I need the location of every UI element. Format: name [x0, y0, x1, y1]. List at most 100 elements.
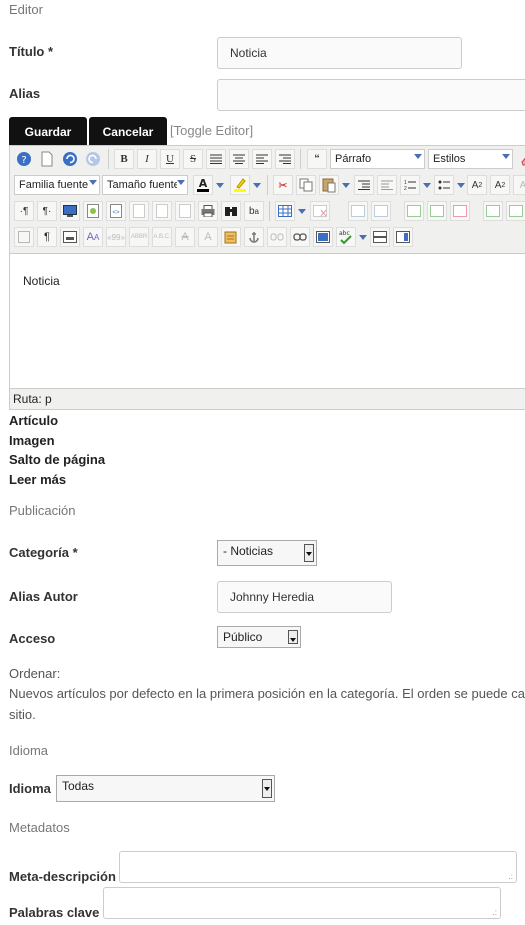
bullet-list-arrow[interactable]	[455, 175, 467, 195]
font-family-select[interactable]: Familia fuente	[14, 175, 90, 195]
underline-icon[interactable]: U	[160, 149, 180, 169]
html-source-icon[interactable]: <>	[106, 201, 126, 221]
acronym-icon[interactable]: A.B.C.	[152, 227, 172, 247]
blockquote-icon[interactable]: “	[307, 149, 327, 169]
copy-icon[interactable]	[296, 175, 316, 195]
cite-icon[interactable]: «99»	[106, 227, 126, 247]
styles-select[interactable]: Estilos	[428, 149, 503, 169]
pagebreak-icon[interactable]	[393, 227, 413, 247]
titulo-input[interactable]: Noticia	[217, 37, 462, 69]
layer-icon[interactable]	[175, 201, 195, 221]
delete-table-icon[interactable]	[310, 201, 330, 221]
unlink-icon[interactable]	[267, 227, 287, 247]
replace-icon[interactable]: ba	[244, 201, 264, 221]
attributes-icon[interactable]	[221, 227, 241, 247]
link-icon[interactable]	[290, 227, 310, 247]
editor-content-area[interactable]: Noticia	[10, 253, 525, 389]
text-color-icon[interactable]: A	[193, 175, 213, 195]
font-size-select-arrow[interactable]	[177, 175, 188, 195]
insert-form-icon[interactable]	[60, 227, 80, 247]
font-size-select[interactable]: Tamaño fuente	[102, 175, 178, 195]
section-editor-heading: Editor	[9, 2, 43, 17]
paste-icon[interactable]	[319, 175, 339, 195]
highlight-color-icon[interactable]	[230, 175, 250, 195]
section-idioma-heading: Idioma	[9, 743, 49, 758]
italic-icon[interactable]: I	[137, 149, 157, 169]
anchor-icon[interactable]	[244, 227, 264, 247]
fullscreen-icon[interactable]	[60, 201, 80, 221]
meta-descripcion-textarea[interactable]: .:	[119, 851, 517, 883]
horizontal-rule-icon[interactable]	[370, 227, 390, 247]
insert-row-after-icon[interactable]	[427, 201, 447, 221]
align-left-icon[interactable]	[252, 149, 272, 169]
undo-icon[interactable]	[60, 149, 80, 169]
redo-icon[interactable]	[83, 149, 103, 169]
align-right-icon[interactable]	[275, 149, 295, 169]
spellcheck-arrow[interactable]	[357, 227, 369, 247]
spellcheck-icon[interactable]: abc	[336, 227, 356, 247]
resize-grip-icon[interactable]: .:	[509, 872, 513, 881]
bold-icon[interactable]: B	[114, 149, 134, 169]
cell-props-icon[interactable]	[371, 201, 391, 221]
ltr-icon[interactable]: ·¶	[14, 201, 34, 221]
svg-text:A: A	[199, 177, 208, 190]
edit-icon[interactable]	[152, 201, 172, 221]
styles-select-arrow[interactable]	[502, 149, 513, 169]
eraser-icon[interactable]	[517, 149, 525, 169]
categoria-select[interactable]: - Noticias	[217, 540, 317, 566]
save-button[interactable]: Guardar	[9, 117, 87, 146]
insert-col-before-icon[interactable]	[483, 201, 503, 221]
print-icon[interactable]	[198, 201, 218, 221]
toggle-editor-link[interactable]: [Toggle Editor]	[170, 123, 253, 138]
delete-row-icon[interactable]	[450, 201, 470, 221]
format-select-arrow[interactable]	[414, 149, 425, 169]
alias-autor-input[interactable]: Johnny Heredia	[217, 581, 392, 613]
insert-row-before-icon[interactable]	[404, 201, 424, 221]
articulo-button[interactable]: Artículo	[9, 411, 105, 431]
visual-aid-icon[interactable]	[14, 227, 34, 247]
preview-icon[interactable]	[83, 201, 103, 221]
subscript-icon[interactable]: A2	[467, 175, 487, 195]
alias-input[interactable]	[217, 79, 525, 111]
indent-icon[interactable]	[354, 175, 374, 195]
special-format-icon[interactable]: A	[513, 175, 525, 195]
bullet-list-icon[interactable]	[434, 175, 454, 195]
ordered-list-arrow[interactable]	[421, 175, 433, 195]
superscript-icon[interactable]: A2	[490, 175, 510, 195]
idioma-select[interactable]: Todas	[56, 775, 275, 802]
text-color-arrow[interactable]	[214, 175, 226, 195]
alias-autor-input-value: Johnny Heredia	[230, 590, 315, 604]
imagen-button[interactable]: Imagen	[9, 431, 105, 451]
rtl-icon[interactable]: ¶·	[37, 201, 57, 221]
abbr-icon[interactable]: ABBR	[129, 227, 149, 247]
strikethrough-icon[interactable]: S	[183, 149, 203, 169]
ordered-list-icon[interactable]: 12	[400, 175, 420, 195]
show-blocks-icon[interactable]: ¶	[37, 227, 57, 247]
image-icon[interactable]	[313, 227, 333, 247]
format-select[interactable]: Párrafo	[330, 149, 415, 169]
table-arrow[interactable]	[296, 201, 308, 221]
find-icon[interactable]	[221, 201, 241, 221]
acceso-select[interactable]: Público	[217, 626, 301, 648]
align-center-icon[interactable]	[229, 149, 249, 169]
insert-col-after-icon[interactable]	[506, 201, 525, 221]
align-justify-icon[interactable]	[206, 149, 226, 169]
salto-pagina-button[interactable]: Salto de página	[9, 450, 105, 470]
template-icon[interactable]	[129, 201, 149, 221]
help-icon[interactable]: ?	[14, 149, 34, 169]
ins-icon[interactable]: A	[198, 227, 218, 247]
del-icon[interactable]: A	[175, 227, 195, 247]
cut-icon[interactable]: ✂	[273, 175, 293, 195]
outdent-icon[interactable]	[377, 175, 397, 195]
new-document-icon[interactable]	[37, 149, 57, 169]
paste-arrow[interactable]	[340, 175, 352, 195]
row-props-icon[interactable]	[348, 201, 368, 221]
leer-mas-button[interactable]: Leer más	[9, 470, 105, 490]
cancel-button[interactable]: Cancelar	[89, 117, 167, 146]
styles-props-icon[interactable]: AA	[83, 227, 103, 247]
resize-grip-icon[interactable]: .:	[493, 908, 497, 917]
palabras-clave-textarea[interactable]: .:	[103, 887, 501, 919]
table-icon[interactable]	[275, 201, 295, 221]
highlight-color-arrow[interactable]	[251, 175, 263, 195]
font-family-select-arrow[interactable]	[89, 175, 100, 195]
